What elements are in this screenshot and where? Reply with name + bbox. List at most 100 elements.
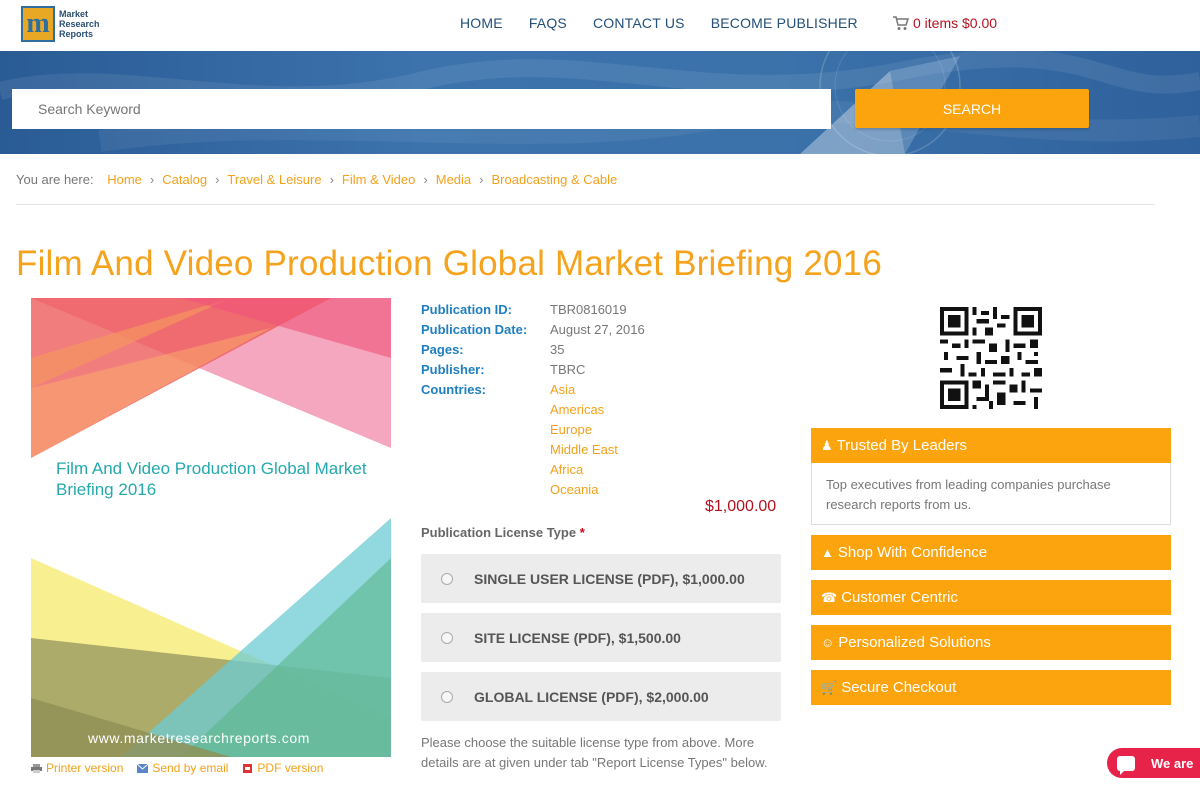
publication-id: TBR0816019	[550, 302, 627, 317]
country-link[interactable]: Asia	[550, 380, 575, 400]
chevron-right-icon: ›	[149, 172, 155, 187]
breadcrumb-film-video[interactable]: Film & Video	[342, 172, 415, 187]
shop-with-confidence-label: Shop With Confidence	[837, 544, 988, 561]
cart-summary: 0 items $0.00	[913, 15, 998, 31]
country-link[interactable]: Americas	[550, 400, 604, 420]
cart-link[interactable]: 0 items $0.00	[892, 15, 997, 31]
pdf-version-label: PDF version	[257, 761, 324, 775]
nav-faqs[interactable]: FAQS	[529, 15, 567, 31]
detail-row: Pages: 35	[421, 340, 645, 360]
country-link[interactable]: Middle East	[550, 440, 618, 460]
detail-label-empty	[421, 480, 550, 500]
site-logo[interactable]: m Market Research Reports	[21, 4, 103, 44]
shopping-cart-icon: 🛒	[821, 679, 838, 695]
license-type-heading: Publication License Type *	[421, 525, 585, 540]
personalized-solutions-label: Personalized Solutions	[838, 634, 991, 651]
divider	[16, 204, 1155, 205]
printer-icon	[31, 763, 42, 773]
report-price: $1,000.00	[705, 498, 777, 515]
trusted-description: Top executives from leading companies pu…	[811, 463, 1171, 525]
breadcrumb-home[interactable]: Home	[107, 172, 142, 187]
detail-label: Pages:	[421, 342, 464, 357]
publisher: TBRC	[550, 362, 586, 377]
license-option-single-user[interactable]: SINGLE USER LICENSE (PDF), $1,000.00	[421, 554, 781, 603]
country-link[interactable]: Europe	[550, 420, 592, 440]
report-cover-image: Film And Video Production Global Market …	[31, 298, 391, 757]
thumbs-up-icon: ▲	[821, 545, 834, 560]
page-title: Film And Video Production Global Market …	[16, 244, 882, 283]
nav-home[interactable]: HOME	[460, 15, 503, 31]
breadcrumb-catalog[interactable]: Catalog	[162, 172, 207, 187]
chat-bubble-icon	[1117, 755, 1135, 775]
detail-label-empty	[421, 420, 550, 440]
license-option-global[interactable]: GLOBAL LICENSE (PDF), $2,000.00	[421, 672, 781, 721]
detail-label: Publication ID:	[421, 302, 512, 317]
printer-version-link[interactable]: Printer version	[31, 761, 123, 775]
detail-row: Publication Date: August 27, 2016	[421, 320, 645, 340]
customer-centric-label: Customer Centric	[841, 589, 958, 606]
detail-row: Africa	[421, 460, 645, 480]
detail-label-empty	[421, 400, 550, 420]
nav-become-publisher[interactable]: BECOME PUBLISHER	[711, 15, 858, 31]
breadcrumb-media[interactable]: Media	[436, 172, 471, 187]
license-option-site[interactable]: SITE LICENSE (PDF), $1,500.00	[421, 613, 781, 662]
pdf-version-link[interactable]: PDF version	[242, 761, 323, 775]
trusted-title: Trusted By Leaders	[836, 437, 967, 454]
search-button[interactable]: SEARCH	[855, 89, 1089, 128]
pdf-icon	[243, 763, 253, 773]
chevron-right-icon: ›	[479, 172, 484, 187]
cover-title: Film And Video Production Global Market …	[56, 459, 367, 499]
publication-details: Publication ID: TBR0816019 Publication Da…	[421, 300, 645, 500]
breadcrumb-prefix: You are here:	[16, 172, 94, 187]
top-bar: m Market Research Reports HOME FAQS CONT…	[0, 0, 1200, 51]
breadcrumb: You are here: Home › Catalog › Travel & Leis…	[16, 172, 617, 187]
detail-label: Publication Date:	[421, 322, 528, 337]
radio-button[interactable]	[441, 572, 453, 585]
required-mark: *	[579, 525, 585, 540]
chevron-right-icon: ›	[329, 172, 334, 187]
breadcrumb-travel-leisure[interactable]: Travel & Leisure	[227, 172, 321, 187]
nav-contact-us[interactable]: CONTACT US	[593, 15, 685, 31]
customer-centric-box[interactable]: ☎ Customer Centric	[811, 580, 1171, 615]
logo-mark: m	[21, 6, 55, 42]
license-option-label: SINGLE USER LICENSE (PDF), $1,000.00	[474, 570, 745, 587]
radio-button[interactable]	[441, 631, 453, 644]
chevron-right-icon: ›	[215, 172, 220, 187]
detail-label-empty	[421, 440, 550, 460]
send-by-email-label: Send by email	[152, 761, 229, 775]
license-note: Please choose the suitable license type …	[421, 735, 768, 770]
country-link[interactable]: Africa	[550, 460, 583, 480]
qr-code-image	[940, 307, 1042, 409]
cover-actions: Printer version Send by email PDF versio…	[31, 761, 337, 775]
detail-row: Publisher: TBRC	[421, 360, 645, 380]
personalized-solutions-box[interactable]: ☺ Personalized Solutions	[811, 625, 1171, 660]
cart-icon	[893, 16, 910, 30]
users-icon: ♟	[821, 437, 833, 453]
detail-row: Countries: Asia	[421, 380, 645, 400]
send-by-email-link[interactable]: Send by email	[137, 761, 228, 775]
detail-row: Europe	[421, 420, 645, 440]
breadcrumb-broadcasting-cable[interactable]: Broadcasting & Cable	[492, 172, 618, 187]
phone-icon: ☎	[821, 589, 838, 605]
detail-label-empty	[421, 460, 550, 480]
secure-checkout-box[interactable]: 🛒 Secure Checkout	[811, 670, 1171, 705]
logo-text: Market Research Reports	[59, 9, 100, 39]
radio-button[interactable]	[441, 690, 453, 703]
detail-label: Countries:	[421, 382, 486, 397]
trusted-by-leaders-header[interactable]: ♟ Trusted By Leaders	[811, 428, 1171, 463]
shop-with-confidence-box[interactable]: ▲ Shop With Confidence	[811, 535, 1171, 570]
chat-label: We are	[1151, 755, 1194, 771]
search-input[interactable]	[12, 89, 831, 129]
detail-row: Middle East	[421, 440, 645, 460]
detail-label: Publisher:	[421, 362, 485, 377]
chevron-right-icon: ›	[423, 172, 428, 187]
license-option-label: SITE LICENSE (PDF), $1,500.00	[474, 629, 681, 646]
cover-url: www.marketresearchreports.com	[88, 730, 311, 746]
secure-checkout-label: Secure Checkout	[841, 679, 957, 696]
printer-version-label: Printer version	[46, 761, 124, 775]
detail-row: Oceania	[421, 480, 645, 500]
live-chat-button[interactable]: We are	[1107, 748, 1200, 778]
country-link[interactable]: Oceania	[550, 480, 598, 500]
detail-row: Americas	[421, 400, 645, 420]
publication-date: August 27, 2016	[550, 322, 645, 337]
